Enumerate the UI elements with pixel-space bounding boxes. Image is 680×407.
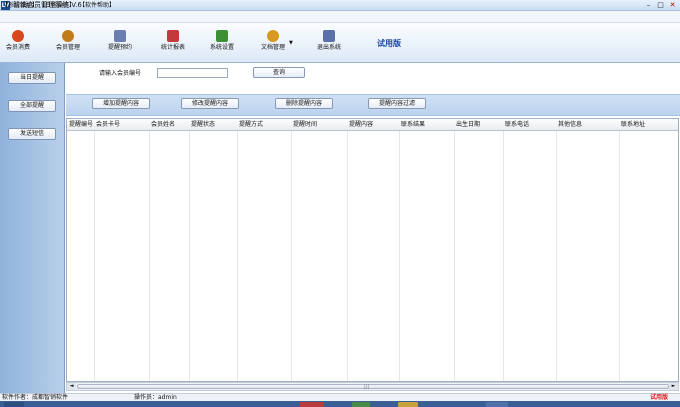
taskbar-item[interactable] [398, 402, 418, 407]
column-divider [347, 131, 348, 381]
menu-daily-operations[interactable]: 【日常操作】 [39, 2, 75, 10]
member-number-input[interactable] [157, 68, 228, 78]
column-divider [454, 131, 455, 381]
column-divider [556, 131, 557, 381]
column-header[interactable]: 联系结果 [399, 119, 454, 131]
edit-reminder-button[interactable]: 修改提醒内容 [181, 98, 239, 109]
column-header[interactable]: 联系地址 [619, 119, 678, 131]
member-manage-icon [62, 30, 74, 42]
column-divider [149, 131, 150, 381]
add-reminder-button[interactable]: 增加提醒内容 [92, 98, 150, 109]
toolbar-label: 系统设置 [209, 44, 234, 51]
sidebar-send-sms-button[interactable]: 发送短信 [8, 128, 56, 140]
column-header[interactable]: 提醒方式 [237, 119, 291, 131]
member-consume-icon [12, 30, 24, 42]
column-header[interactable]: 其他信息 [556, 119, 619, 131]
toolbar-reminder-button[interactable]: 提醒预约 [95, 27, 145, 59]
filter-reminder-button[interactable]: 提醒内容过滤 [368, 98, 426, 109]
toolbar-settings-button[interactable]: 系统设置 [197, 27, 247, 59]
minimize-button[interactable]: – [643, 1, 654, 10]
scrollbar-thumb[interactable]: ||| [77, 384, 669, 390]
exit-icon [323, 30, 335, 42]
column-header[interactable]: 提醒时间 [291, 119, 347, 131]
grip-icon: ||| [364, 384, 370, 390]
document-icon [267, 30, 279, 42]
taskbar-item[interactable] [486, 402, 508, 407]
toolbar-member-manage-button[interactable]: 会员管理 [43, 27, 93, 59]
status-author: 软件作者：成都智销软件 [2, 394, 69, 401]
column-divider [189, 131, 190, 381]
taskbar-item[interactable] [4, 402, 24, 407]
reminder-icon [114, 30, 126, 42]
column-header[interactable]: 出生日期 [454, 119, 503, 131]
column-divider [619, 131, 620, 381]
query-button[interactable]: 查询 [253, 67, 305, 78]
status-trial-badge: 试用版 [650, 394, 669, 401]
toolbar-member-consume-button[interactable]: 会员消费 [0, 27, 43, 59]
toolbar-label: 退出系统 [316, 44, 341, 51]
horizontal-scrollbar[interactable]: ◄ ||| ► [66, 382, 679, 391]
scroll-left-arrow-icon[interactable]: ◄ [67, 383, 76, 390]
column-header[interactable]: 会员姓名 [149, 119, 189, 131]
column-divider [94, 131, 95, 381]
column-divider [399, 131, 400, 381]
trial-version-label: 试用版 [377, 39, 401, 48]
reminder-table[interactable]: 提醒编号 会员卡号 会员姓名 提醒状态 提醒方式 提醒时间 提醒内容 联系结果 … [66, 118, 679, 382]
column-header[interactable]: 提醒状态 [189, 119, 237, 131]
taskbar-item[interactable] [300, 402, 324, 407]
status-bar [0, 393, 680, 401]
column-header[interactable]: 联系电话 [503, 119, 556, 131]
chevron-down-icon[interactable]: ▼ [289, 40, 293, 46]
column-divider [503, 131, 504, 381]
toolbar-label: 会员管理 [55, 44, 80, 51]
os-taskbar [0, 401, 680, 407]
sidebar [0, 63, 65, 394]
menu-bar [0, 11, 680, 23]
close-button[interactable]: ✕ [667, 1, 678, 10]
toolbar-exit-button[interactable]: 退出系统 [304, 27, 354, 59]
sidebar-all-reminders-button[interactable]: 全部提醒 [8, 100, 56, 112]
column-divider [291, 131, 292, 381]
column-divider [237, 131, 238, 381]
taskbar-item[interactable] [352, 402, 370, 407]
status-operator: 操作员：admin [134, 394, 177, 401]
delete-reminder-button[interactable]: 删除提醒内容 [275, 98, 333, 109]
toolbar-report-button[interactable]: 统计报表 [148, 27, 198, 59]
menu-software-help[interactable]: 【软件帮助】 [79, 2, 115, 10]
member-number-label: 请输入会员编号 [99, 70, 142, 77]
toolbar-label: 提醒预约 [107, 44, 132, 51]
toolbar-label: 会员消费 [5, 44, 30, 51]
column-header[interactable]: 提醒内容 [347, 119, 399, 131]
menu-system-maintenance[interactable]: 【系统维护】 [2, 2, 38, 10]
column-header[interactable]: 会员卡号 [94, 119, 149, 131]
scroll-right-arrow-icon[interactable]: ► [669, 383, 678, 390]
toolbar-label: 统计报表 [160, 44, 185, 51]
column-header[interactable]: 提醒编号 [67, 119, 94, 131]
report-icon [167, 30, 179, 42]
maximize-button[interactable]: □ [655, 1, 666, 10]
sidebar-today-reminders-button[interactable]: 当日提醒 [8, 72, 56, 84]
settings-icon [216, 30, 228, 42]
